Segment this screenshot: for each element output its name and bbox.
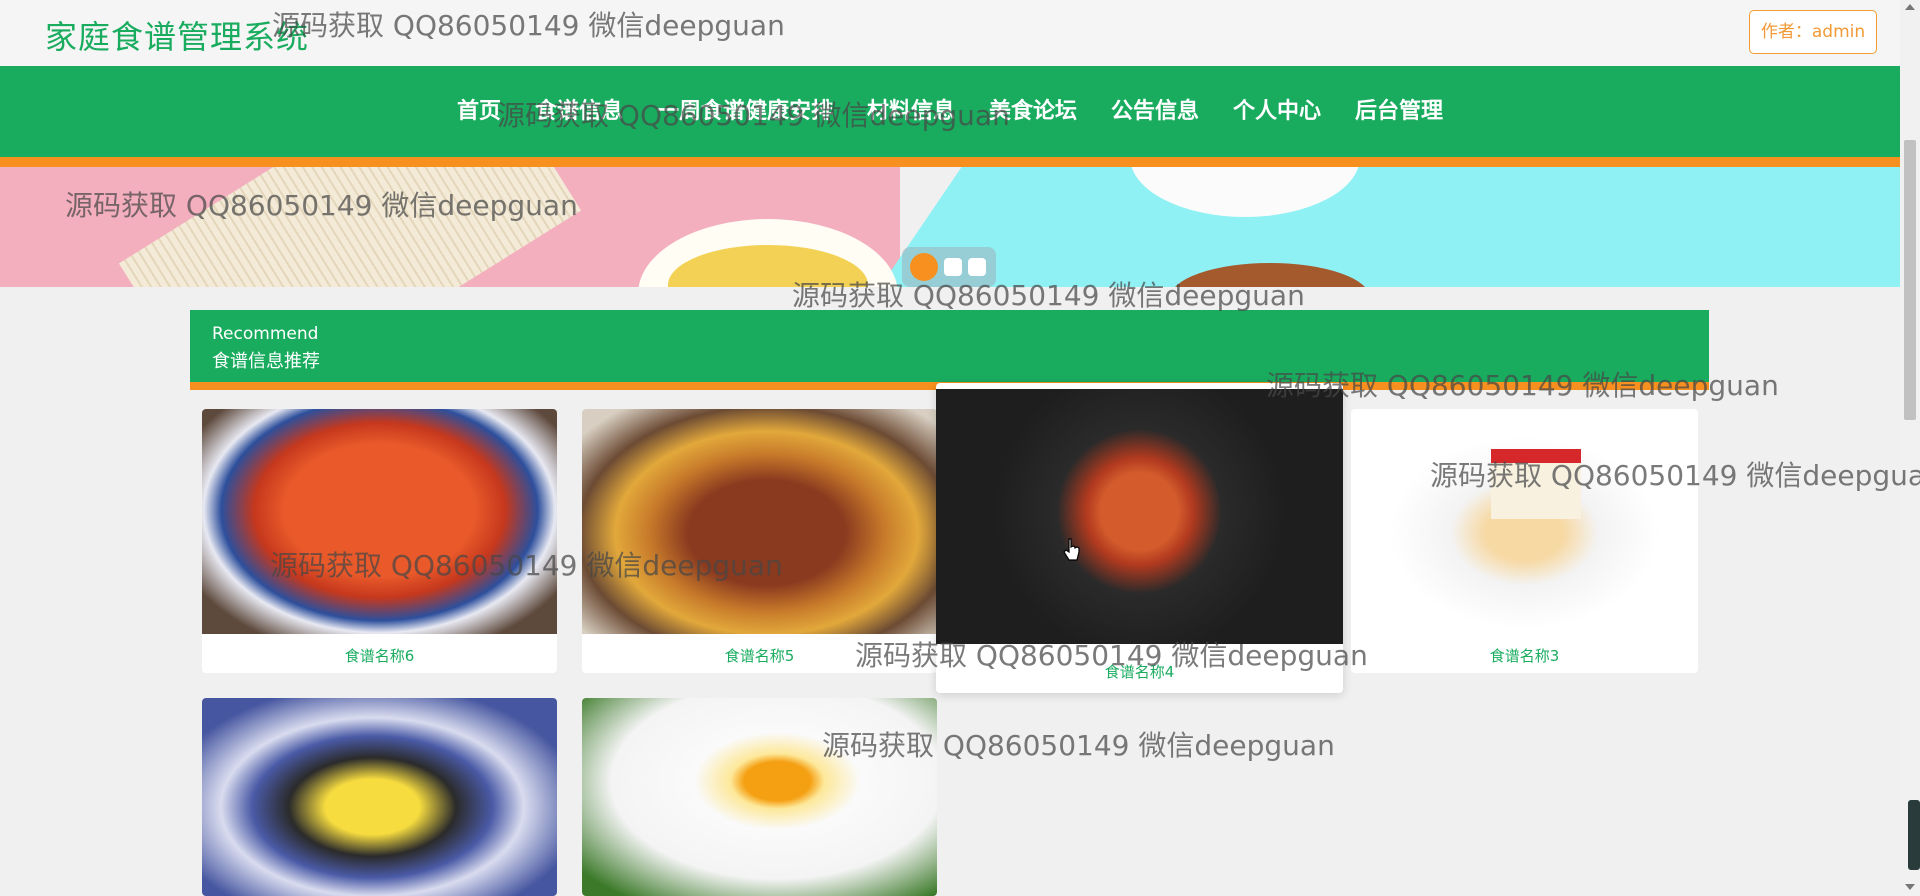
recipe-name[interactable]: 食谱名称3 [1351,645,1698,666]
scroll-thumb[interactable] [1904,140,1916,420]
fried-egg-photo[interactable] [582,698,937,896]
main-nav: 首页 食谱信息 一周食谱健康安排 材料信息 美食论坛 公告信息 个人中心 后台管… [0,66,1900,157]
recipe-name[interactable]: 食谱名称4 [936,661,1343,682]
recommend-title: 食谱信息推荐 [212,351,320,372]
nav-item-home[interactable]: 首页 [457,93,501,125]
nav-item-weekly-plan[interactable]: 一周食谱健康安排 [657,93,833,125]
crawfish-photo[interactable] [202,409,557,634]
recipe-card[interactable] [202,698,557,896]
top-bar: 家庭食谱管理系统 作者：admin [0,0,1900,66]
nav-accent-bar [0,157,1900,167]
carousel-dot-2[interactable] [944,258,962,276]
braised-dish-photo[interactable] [582,409,937,634]
cake-graphic [1491,449,1581,519]
vertical-scrollbar[interactable] [1900,0,1920,896]
recipe-name[interactable]: 食谱名称6 [202,645,557,666]
scroll-down-icon[interactable] [1905,884,1915,890]
nav-item-profile[interactable]: 个人中心 [1233,93,1321,125]
carousel-dot-3[interactable] [968,258,986,276]
recipe-card[interactable]: 食谱名称5 [582,409,937,673]
recommend-subtitle: Recommend [212,324,319,344]
recipe-card[interactable]: 食谱名称6 [202,409,557,673]
author-button[interactable]: 作者：admin [1749,10,1877,54]
recipe-card[interactable]: 食谱名称3 [1351,409,1698,673]
recipe-card-hovered[interactable]: 食谱名称4 [936,383,1343,693]
nav-item-recipes[interactable]: 食谱信息 [535,93,623,125]
strawberry-cake-photo[interactable] [1351,409,1698,634]
banner-image-right [880,167,1900,287]
nav-item-forum[interactable]: 美食论坛 [989,93,1077,125]
carousel-indicators [902,247,996,287]
nav-item-admin[interactable]: 后台管理 [1355,93,1443,125]
side-widget[interactable] [1908,800,1920,870]
dark-plate-photo[interactable] [936,389,1343,644]
noodles-graphic [118,167,582,287]
mango-dessert-photo[interactable] [202,698,557,896]
page: 家庭食谱管理系统 作者：admin 首页 食谱信息 一周食谱健康安排 材料信息 … [0,0,1920,896]
hand-cursor-icon [1063,538,1080,561]
scroll-up-icon[interactable] [1905,4,1915,10]
recommend-header: Recommend 食谱信息推荐 [190,310,1709,382]
nav-item-materials[interactable]: 材料信息 [867,93,955,125]
nav-item-announcements[interactable]: 公告信息 [1111,93,1199,125]
carousel-dot-1[interactable] [910,253,938,281]
recipe-card[interactable] [582,698,937,896]
recipe-name[interactable]: 食谱名称5 [582,645,937,666]
site-title[interactable]: 家庭食谱管理系统 [45,12,309,58]
